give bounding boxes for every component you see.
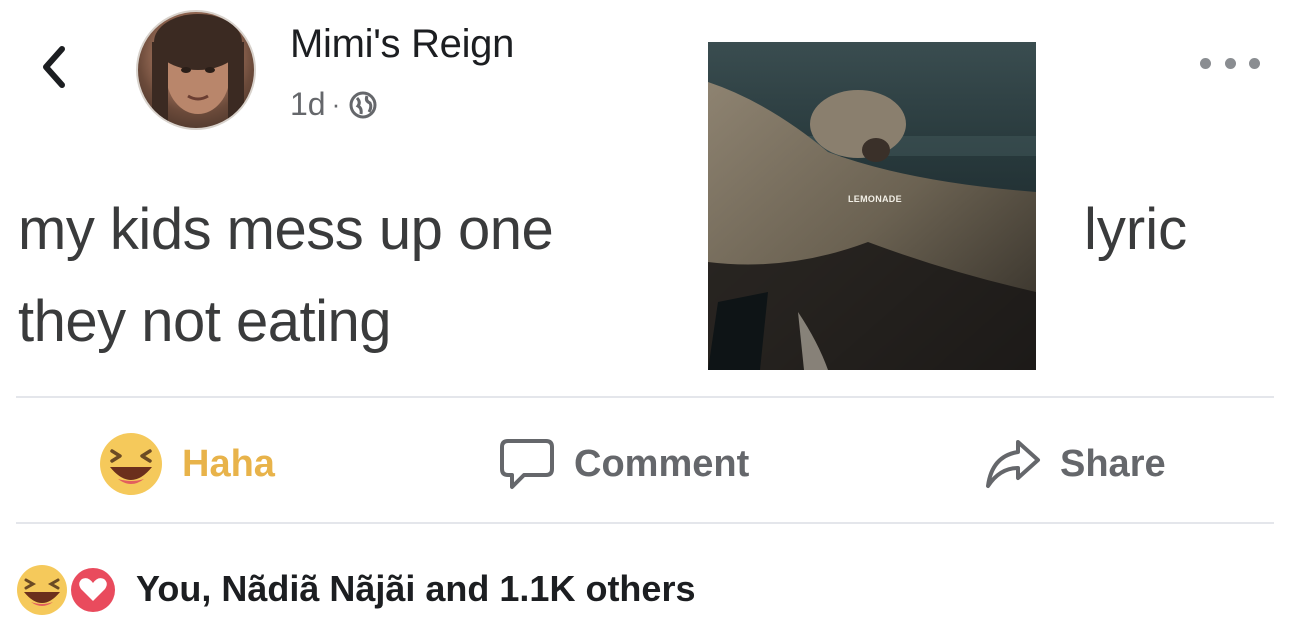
meta-separator: · (331, 89, 341, 119)
album-title-label: LEMONADE (848, 194, 902, 204)
comment-bubble-icon (498, 435, 556, 493)
share-label: Share (1060, 442, 1166, 485)
reactions-summary[interactable]: You, Nãdiã Nãjãi and 1.1K others (14, 562, 695, 616)
more-dot-icon (1224, 57, 1236, 69)
post-view: Mimi's Reign 1d · my kids mess up one ly… (0, 0, 1290, 636)
back-button[interactable] (30, 42, 76, 92)
share-button[interactable]: Share (984, 432, 1166, 496)
post-text-line-2: they not eating (18, 289, 392, 354)
more-dot-icon (1200, 57, 1211, 69)
post-meta: 1d · (290, 86, 378, 123)
post-text-line-1: my kids mess up one (18, 197, 554, 262)
globe-icon[interactable] (348, 90, 378, 120)
love-reaction-icon (68, 565, 118, 615)
chevron-left-icon (43, 46, 65, 88)
haha-reaction-icon (98, 431, 164, 497)
haha-button[interactable]: Haha (98, 432, 275, 496)
avatar-photo (152, 14, 244, 122)
share-arrow-icon (984, 438, 1042, 490)
more-options-button[interactable] (1200, 46, 1260, 80)
comment-label: Comment (574, 442, 750, 485)
divider (16, 396, 1274, 398)
album-cover-image[interactable]: LEMONADE (708, 42, 1036, 370)
more-dot-icon (1249, 57, 1260, 69)
author-name[interactable]: Mimi's Reign (290, 22, 514, 67)
reactions-summary-text: You, Nãdiã Nãjãi and 1.1K others (136, 568, 696, 609)
comment-button[interactable]: Comment (498, 432, 749, 496)
reaction-icons (14, 562, 126, 616)
album-artwork (708, 42, 1036, 370)
post-text-trailing-word: lyric (1084, 197, 1188, 262)
author-avatar[interactable] (136, 10, 256, 130)
haha-label: Haha (182, 442, 275, 485)
haha-reaction-icon (17, 565, 67, 615)
divider (16, 522, 1274, 524)
post-time[interactable]: 1d (290, 86, 326, 123)
